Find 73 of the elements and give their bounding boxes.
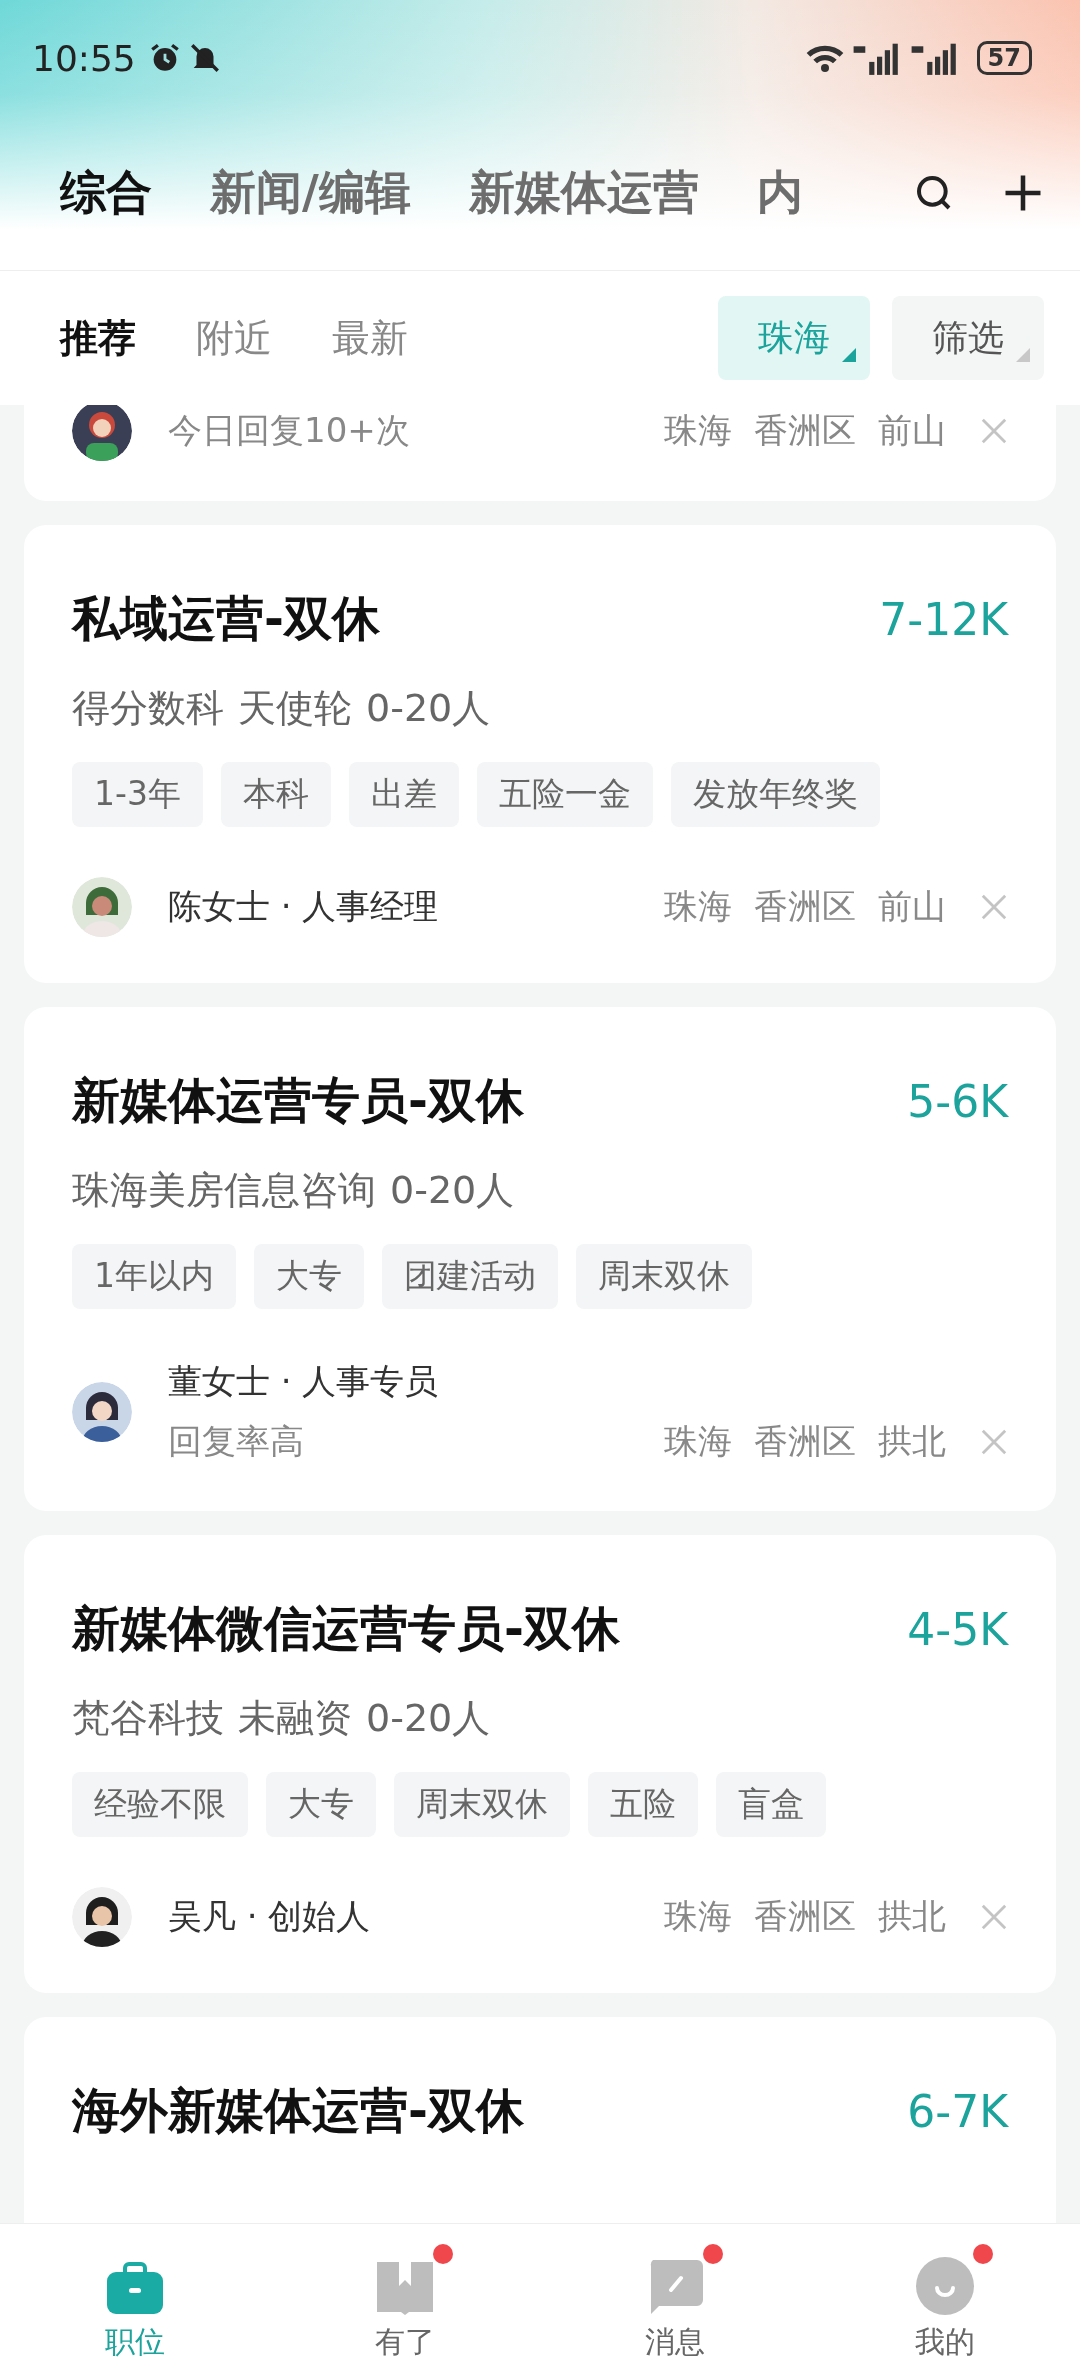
job-tag: 出差 <box>348 762 459 827</box>
location-text: 珠海 <box>664 409 732 452</box>
recruiter-name: 吴凡 · 创始人 <box>168 1895 371 1938</box>
location-text: 拱北 <box>878 1895 946 1938</box>
salary: 6-7K <box>907 2085 1008 2137</box>
nav-tab[interactable]: 我的 <box>860 2237 1030 2363</box>
dropdown-triangle-icon <box>842 348 856 362</box>
job-tag: 团建活动 <box>382 1244 558 1309</box>
job-tag: 盲盒 <box>716 1772 826 1837</box>
reply-note: 今日回复10+次 <box>168 409 410 452</box>
nav-tab[interactable]: 有了 <box>320 2237 490 2363</box>
reply-note: 回复率高 <box>168 1420 304 1463</box>
salary: 4-5K <box>907 1603 1008 1655</box>
smiley-icon <box>915 2255 975 2316</box>
job-tag: 大专 <box>266 1772 376 1837</box>
location-text: 拱北 <box>878 1420 946 1463</box>
category-tab[interactable]: 新闻/编辑 <box>210 162 411 224</box>
close-icon[interactable] <box>980 417 1008 445</box>
category-tab[interactable]: 综合 <box>60 162 152 224</box>
nav-tab[interactable]: 职位 <box>50 2237 220 2363</box>
company-info: 0-20人 <box>366 1695 491 1742</box>
recruiter-name: 董女士 · 人事专员 <box>168 1360 439 1403</box>
job-tag: 发放年终奖 <box>670 762 880 827</box>
location-text: 香洲区 <box>754 1420 856 1463</box>
job-card[interactable]: 私域运营-双休 7-12K 得分数科 天使轮 0-20人 1-3年 本科 出差 五险一金 发放年终奖 陈女士 · 人事经理 珠海 香洲区 前山 <box>24 525 1056 983</box>
job-title: 新媒体微信运营专员-双休 <box>72 1599 620 1658</box>
location-text: 香洲区 <box>754 1895 856 1938</box>
job-card[interactable]: 今日回复10+次 珠海 香洲区 前山 <box>24 405 1056 501</box>
job-tag: 经验不限 <box>72 1772 248 1837</box>
job-tag: 大专 <box>254 1244 364 1309</box>
location-text: 珠海 <box>664 1895 732 1938</box>
nav-tab[interactable]: 消息 <box>590 2237 760 2363</box>
company-info: 0-20人 <box>366 685 491 732</box>
salary: 7-12K <box>879 593 1008 645</box>
job-tag: 五险 <box>588 1772 698 1837</box>
status-time: 10:55 <box>32 37 136 79</box>
location-text: 珠海 <box>664 885 732 928</box>
job-tag: 周末双休 <box>576 1244 752 1309</box>
sort-tab[interactable]: 附近 <box>196 312 272 364</box>
company-info: 未融资 <box>238 1695 352 1742</box>
job-tag: 五险一金 <box>476 762 653 827</box>
close-icon[interactable] <box>980 1428 1008 1456</box>
sort-tab[interactable]: 推荐 <box>60 312 136 364</box>
job-title: 新媒体运营专员-双休 <box>72 1071 524 1130</box>
sort-tab[interactable]: 最新 <box>332 312 408 364</box>
job-card[interactable]: 新媒体运营专员-双休 5-6K 珠海美房信息咨询 0-20人 1年以内 大专 团建活动 周末双休 董女士 · 人事专员 回复率高 珠海 香洲区 拱北 <box>24 1007 1056 1511</box>
location-text: 珠海 <box>664 1420 732 1463</box>
location-text: 前山 <box>878 409 946 452</box>
company-info: 天使轮 <box>238 685 352 732</box>
location-text: 香洲区 <box>754 409 856 452</box>
job-card[interactable]: 海外新媒体运营-双休 6-7K <box>24 2017 1056 2223</box>
job-card[interactable]: 新媒体微信运营专员-双休 4-5K 梵谷科技 未融资 0-20人 经验不限 大专 周末双休 五险 盲盒 吴凡 · 创始人 珠海 香洲区 拱北 <box>24 1535 1056 1993</box>
job-tag: 1-3年 <box>72 762 203 827</box>
recruiter-name: 陈女士 · 人事经理 <box>168 885 439 928</box>
job-tag: 本科 <box>220 762 331 827</box>
job-tag: 周末双休 <box>394 1772 570 1837</box>
company-info: 珠海美房信息咨询 <box>72 1167 376 1214</box>
company-info: 0-20人 <box>390 1167 515 1214</box>
close-icon[interactable] <box>980 893 1008 921</box>
category-tab[interactable]: 新媒体运营 <box>468 162 699 224</box>
dropdown-triangle-icon <box>1016 348 1030 362</box>
location-text: 香洲区 <box>754 885 856 928</box>
location-text: 前山 <box>878 885 946 928</box>
company-info: 得分数科 <box>72 685 224 732</box>
close-icon[interactable] <box>980 1903 1008 1931</box>
salary: 5-6K <box>907 1075 1008 1127</box>
company-info: 梵谷科技 <box>72 1695 224 1742</box>
job-title: 海外新媒体运营-双休 <box>72 2081 524 2140</box>
filter-button[interactable]: 筛选 <box>892 296 1044 380</box>
job-title: 私域运营-双休 <box>72 589 380 648</box>
battery-level: 57 <box>976 41 1032 75</box>
job-tag: 1年以内 <box>72 1244 236 1309</box>
category-tab[interactable]: 内 <box>756 162 803 224</box>
